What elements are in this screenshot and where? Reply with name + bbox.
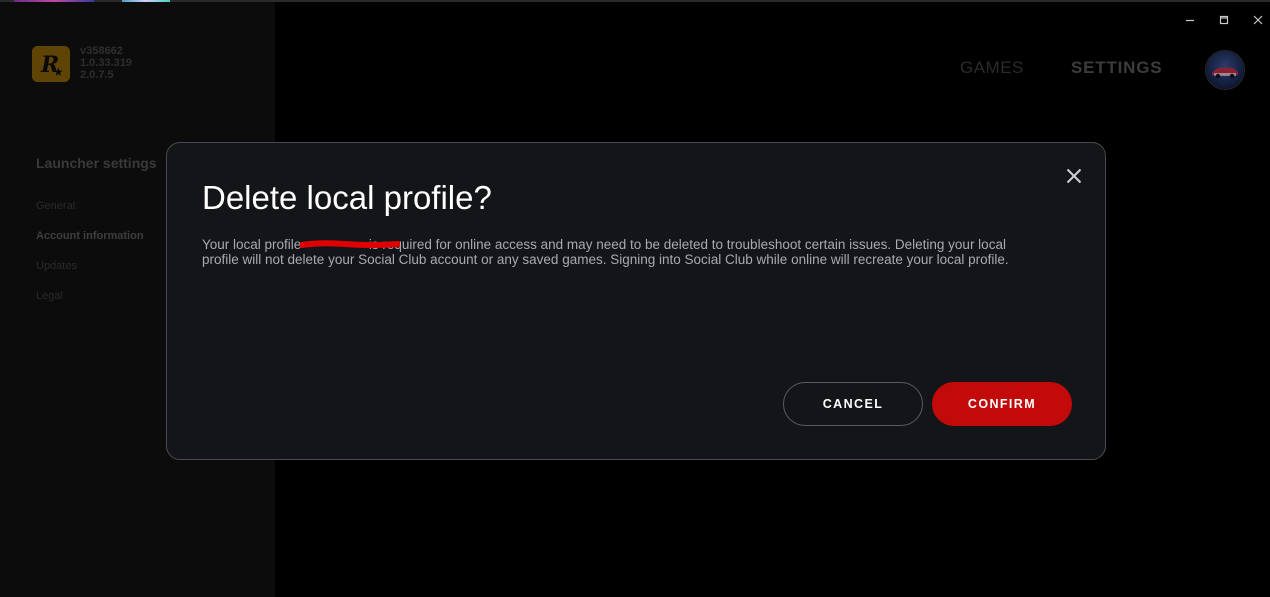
version-info: v358662 1.0.33.319 2.0.7.5 [80, 45, 132, 81]
version-line: 1.0.33.319 [80, 57, 132, 69]
close-icon[interactable] [1064, 166, 1084, 186]
sidebar-title: Launcher settings [36, 155, 157, 171]
cancel-button[interactable]: CANCEL [783, 382, 923, 426]
launcher-window: R ★ v358662 1.0.33.319 2.0.7.5 GAMES SET… [0, 0, 1270, 597]
redaction-mark [300, 240, 400, 248]
confirm-button[interactable]: CONFIRM [932, 382, 1072, 426]
maximize-icon[interactable] [1214, 10, 1234, 30]
nav-settings[interactable]: SETTINGS [1071, 58, 1162, 78]
sidebar-item-account-information[interactable]: Account information [36, 230, 144, 242]
rockstar-logo: R ★ [32, 46, 70, 82]
nav-games[interactable]: GAMES [960, 58, 1024, 78]
close-icon[interactable] [1248, 10, 1268, 30]
svg-text:★: ★ [53, 65, 64, 79]
minimize-icon[interactable] [1180, 10, 1200, 30]
dialog-message: Your local profile is required for onlin… [202, 237, 1072, 267]
sidebar-item-legal[interactable]: Legal [36, 290, 63, 302]
dialog-message-line: profile will not delete your Social Club… [202, 252, 1009, 267]
version-line: v358662 [80, 45, 123, 57]
sidebar-item-general[interactable]: General [36, 200, 75, 212]
avatar[interactable] [1205, 50, 1245, 90]
dialog-title: Delete local profile? [202, 179, 492, 216]
delete-profile-dialog: Delete local profile? Your local profile… [166, 142, 1106, 460]
sidebar-item-updates[interactable]: Updates [36, 260, 77, 272]
version-line: 2.0.7.5 [80, 69, 114, 81]
